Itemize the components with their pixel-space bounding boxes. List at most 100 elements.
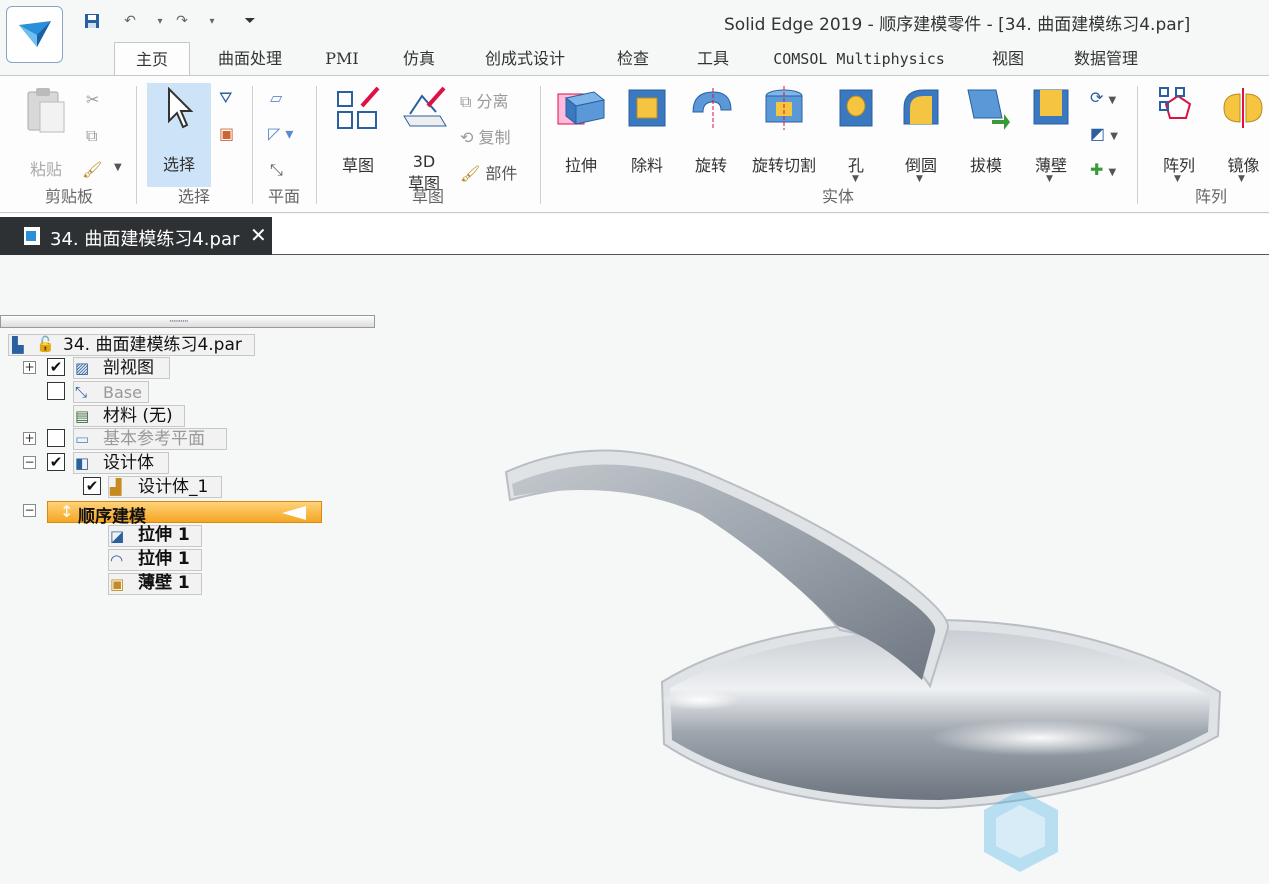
- cut-icon[interactable]: ✂: [86, 90, 99, 109]
- plane-icon[interactable]: ▱: [270, 88, 282, 107]
- lock-icon: 🔓: [36, 335, 55, 353]
- save-icon[interactable]: [80, 10, 104, 32]
- expand-ref-planes-icon[interactable]: +: [23, 432, 36, 445]
- mirror-button[interactable]: 镜像 ▼: [1218, 84, 1269, 184]
- tab-surfacing[interactable]: 曲面处理: [204, 42, 296, 76]
- ribbon-tabs: 主页 曲面处理 PMI 仿真 创成式设计 检查 工具 COMSOL Multip…: [0, 42, 1269, 76]
- tree-item-material[interactable]: ▤ 材料 (无): [73, 405, 187, 427]
- tree-item-design-body-1[interactable]: ▟ 设计体_1: [108, 476, 224, 498]
- collapse-design-body-icon[interactable]: −: [23, 456, 36, 469]
- copy-icon[interactable]: ⧉: [86, 126, 97, 146]
- expand-section-view-icon[interactable]: +: [23, 361, 36, 374]
- revolve-icon: [692, 88, 732, 130]
- plane-group-label: 平面: [268, 187, 301, 206]
- part-file-icon: [24, 227, 40, 245]
- format-painter-icon[interactable]: 🖌: [82, 160, 102, 179]
- part-icon: 🖌: [460, 164, 481, 183]
- design-body-checkbox[interactable]: ✔: [47, 453, 65, 471]
- revolve-cut-button[interactable]: 旋转切割: [746, 84, 822, 179]
- undo-icon[interactable]: ↶: [118, 10, 142, 32]
- pathfinder-header[interactable]: ··········: [0, 315, 375, 328]
- close-tab-icon[interactable]: ✕: [250, 223, 267, 247]
- filter-icon[interactable]: ⛛: [219, 88, 232, 108]
- pattern-button[interactable]: 阵列 ▼: [1152, 84, 1206, 184]
- tree-item-section-view[interactable]: ▨ 剖视图: [73, 357, 173, 379]
- sketch-button[interactable]: 草图: [330, 84, 386, 179]
- tree-root-label: 34. 曲面建模练习4.par: [63, 335, 242, 355]
- select-button[interactable]: 选择: [147, 83, 211, 187]
- collapse-ordered-icon[interactable]: −: [23, 504, 36, 517]
- section-view-icon: ▨: [75, 359, 90, 377]
- tree-item-extrude-1b[interactable]: ◠ 拉伸 1: [108, 549, 204, 571]
- tab-generative-design[interactable]: 创成式设计: [470, 42, 580, 76]
- copy-part-label: 复制: [478, 128, 511, 147]
- undo-dropdown-icon[interactable]: ▾: [148, 10, 172, 32]
- feature-option-icon[interactable]: ✚ ▼: [1090, 160, 1116, 179]
- mirror-dropdown-icon[interactable]: ▼: [1238, 174, 1245, 184]
- tree-item-design-body[interactable]: ◧ 设计体: [73, 452, 171, 474]
- revolve-cut-label: 旋转切割: [751, 156, 816, 175]
- tab-view[interactable]: 视图: [980, 42, 1036, 76]
- body-option-icon[interactable]: ◩ ▼: [1090, 124, 1118, 143]
- section-view-checkbox[interactable]: ✔: [47, 358, 65, 376]
- draft-icon: [967, 89, 1010, 130]
- design-body-1-checkbox[interactable]: ✔: [83, 477, 101, 495]
- tree-item-base[interactable]: ⤡ Base: [73, 381, 151, 403]
- document-tab[interactable]: 34. 曲面建模练习4.par ✕: [0, 217, 272, 255]
- thin-wall-dropdown-icon[interactable]: ▼: [1046, 174, 1053, 184]
- tree-item-label: 设计体_1: [138, 477, 209, 497]
- tab-simulation[interactable]: 仿真: [390, 42, 448, 76]
- tree-item-thin-wall-1[interactable]: ▣ 薄壁 1: [108, 573, 204, 595]
- select-tool-icon[interactable]: ▣: [219, 124, 234, 143]
- thin-wall-button[interactable]: 薄壁 ▼: [1024, 84, 1078, 184]
- coordinate-system-icon[interactable]: ⤡: [270, 160, 283, 180]
- rollback-arrow-icon[interactable]: [280, 505, 308, 521]
- copy-part-button[interactable]: ⟲ 复制: [460, 124, 511, 148]
- plane-options-icon[interactable]: ◸ ▾: [268, 124, 293, 143]
- 3d-sketch-button[interactable]: 3D 草图: [396, 84, 452, 193]
- redo-icon[interactable]: ↷: [170, 10, 194, 32]
- clipboard-group-label: 剪贴板: [45, 187, 94, 206]
- tree-item-label: 基本参考平面: [103, 429, 205, 449]
- watermark-logo-icon: [984, 790, 1058, 872]
- base-checkbox[interactable]: [47, 382, 65, 400]
- window-title: Solid Edge 2019 - 顺序建模零件 - [34. 曲面建模练习4.…: [724, 15, 1191, 35]
- ref-planes-checkbox[interactable]: [47, 429, 65, 447]
- tab-tools[interactable]: 工具: [684, 42, 742, 76]
- tree-item-label: 材料 (无): [103, 406, 173, 426]
- tab-home[interactable]: 主页: [114, 42, 190, 76]
- round-button[interactable]: 倒圆 ▼: [894, 84, 948, 184]
- tree-root[interactable]: ▙ 🔓 34. 曲面建模练习4.par: [8, 334, 258, 356]
- select-label: 选择: [162, 155, 195, 174]
- drag-grip-icon[interactable]: ··········: [169, 317, 189, 327]
- round-dropdown-icon[interactable]: ▼: [916, 174, 923, 184]
- pattern-group-label: 阵列: [1195, 187, 1228, 206]
- tab-pmi[interactable]: PMI: [318, 42, 366, 76]
- tree-item-extrude-1[interactable]: ◪ 拉伸 1: [108, 525, 204, 547]
- clipboard-dropdown-icon[interactable]: ▼: [114, 162, 122, 173]
- tab-inspect[interactable]: 检查: [604, 42, 662, 76]
- sketch-icon: [337, 86, 380, 129]
- hole-button[interactable]: 孔 ▼: [830, 84, 882, 184]
- ribbon: 粘贴 ✂ ⧉ 🖌 ▼ 剪贴板 选择 ⛛ ▣ 选择 ▱ ◸ ▾ ⤡ 平面 草图 3…: [0, 75, 1269, 213]
- revolve-button[interactable]: 旋转: [682, 84, 740, 179]
- tab-data-management[interactable]: 数据管理: [1060, 42, 1152, 76]
- split-button[interactable]: ⧉ 分离: [460, 88, 509, 112]
- hole-icon: [839, 89, 873, 127]
- separator: [1137, 86, 1138, 204]
- tab-comsol[interactable]: COMSOL Multiphysics: [766, 42, 952, 76]
- redo-dropdown-icon[interactable]: ▾: [200, 10, 224, 32]
- customize-quick-access-icon[interactable]: ⏷: [238, 10, 262, 32]
- tree-item-ref-planes[interactable]: ▭ 基本参考平面: [73, 428, 229, 450]
- separator: [136, 86, 137, 204]
- extrude-button[interactable]: 拉伸: [552, 84, 610, 179]
- cutout-button[interactable]: 除料: [618, 84, 676, 179]
- pattern-dropdown-icon[interactable]: ▼: [1174, 174, 1181, 184]
- draft-button[interactable]: 拔模: [958, 84, 1014, 179]
- surface-option-icon[interactable]: ⟳ ▼: [1090, 88, 1116, 107]
- extrude-feature-icon: ◪: [110, 527, 125, 545]
- paste-button[interactable]: 粘贴: [18, 84, 74, 179]
- part-button[interactable]: 🖌 部件: [460, 160, 517, 184]
- split-icon: ⧉: [460, 92, 472, 111]
- tree-item-ordered-modeling[interactable]: ↕ 顺序建模: [47, 501, 322, 527]
